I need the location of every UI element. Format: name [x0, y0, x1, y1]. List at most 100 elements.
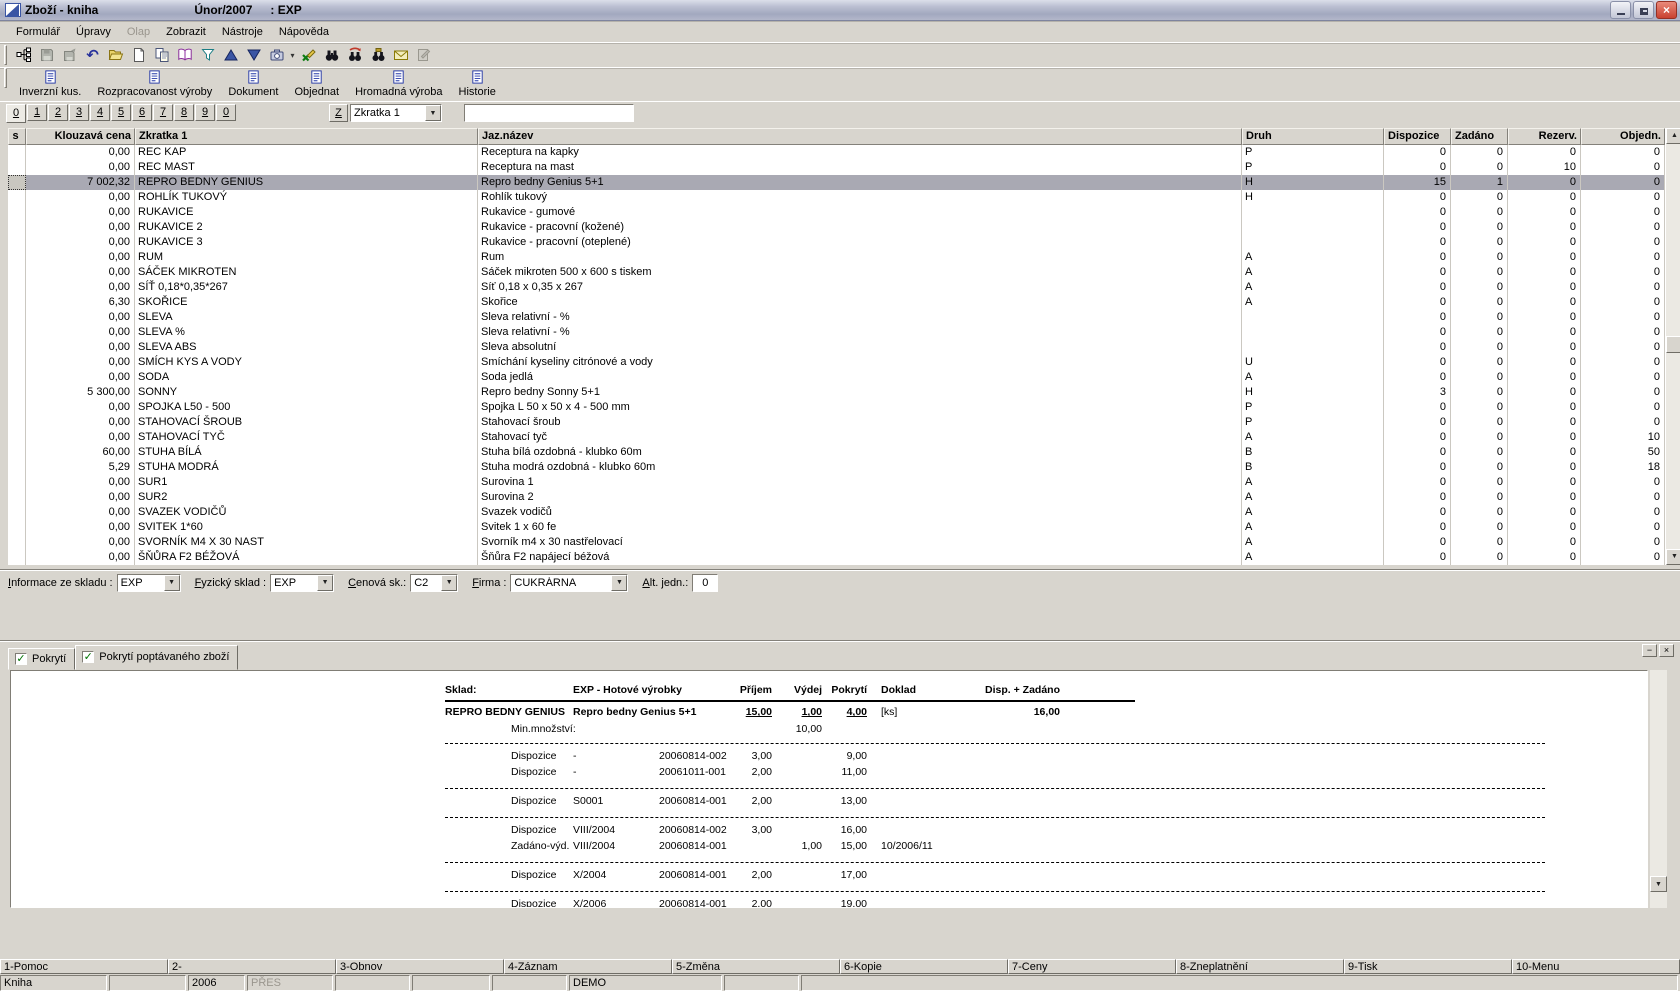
scrollbar-thumb[interactable]	[1666, 336, 1680, 353]
column-header-druh[interactable]: Druh	[1242, 128, 1384, 145]
table-row[interactable]: 0,00 RUM Rum A 0 0 0 0	[8, 250, 1665, 265]
undo-icon[interactable]: ↶	[81, 44, 104, 66]
price-level-tab[interactable]: 0	[6, 104, 26, 123]
scroll-down-icon[interactable]: ▼	[1650, 876, 1667, 892]
table-row[interactable]: 0,00 SLEVA % Sleva relativní - % 0 0 0 0	[8, 325, 1665, 340]
action-button[interactable]: Rozpracovanost výroby	[90, 68, 219, 100]
camera-dropdown-icon[interactable]: ▾	[288, 51, 297, 60]
action-button[interactable]: Inverzní kus.	[12, 68, 88, 100]
panel-scrollbar[interactable]: ▼	[1650, 670, 1667, 908]
chevron-down-icon[interactable]: ▼	[611, 575, 627, 591]
table-row[interactable]: 0,00 SMÍCH KYS A VODY Smíchání kyseliny …	[8, 355, 1665, 370]
table-row[interactable]: 6,30 SKOŘICE Skořice A 0 0 0 0	[8, 295, 1665, 310]
scroll-down-icon[interactable]: ▼	[1666, 549, 1680, 565]
column-header-s[interactable]: s	[8, 128, 26, 145]
search-input[interactable]	[464, 104, 634, 122]
table-row[interactable]: 0,00 ŠŇŮRA F2 BÉŽOVÁ Šňůra F2 napájecí b…	[8, 550, 1665, 565]
footer-combo[interactable]: EXP ▼	[270, 574, 334, 592]
tab-pokryti[interactable]: ✓ Pokrytí	[8, 648, 75, 670]
chevron-down-icon[interactable]: ▼	[441, 575, 457, 591]
panel-close-icon[interactable]: ×	[1659, 644, 1674, 657]
checkbox-checked-icon[interactable]: ✓	[15, 653, 27, 665]
function-key[interactable]: 1-Pomoc	[0, 959, 168, 974]
table-row[interactable]: 7 002,32 REPRO BEDNY GENIUS Repro bedny …	[8, 175, 1665, 190]
function-key[interactable]: 8-Zneplatnění	[1176, 959, 1344, 974]
chevron-down-icon[interactable]: ▼	[164, 575, 180, 591]
table-row[interactable]: 0,00 SPOJKA L50 - 500 Spojka L 50 x 50 x…	[8, 400, 1665, 415]
function-key[interactable]: 3-Obnov	[336, 959, 504, 974]
sort-select[interactable]: Zkratka 1 ▼	[350, 104, 442, 122]
open-folder-icon[interactable]	[104, 44, 127, 66]
table-row[interactable]: 0,00 SÍŤ 0,18*0,35*267 Síť 0,18 x 0,35 x…	[8, 280, 1665, 295]
function-key[interactable]: 10-Menu	[1512, 959, 1680, 974]
column-header-rezerv[interactable]: Rezerv.	[1508, 128, 1581, 145]
mail-icon[interactable]	[389, 44, 412, 66]
hierarchy-icon[interactable]	[12, 44, 35, 66]
save-icon[interactable]	[35, 44, 58, 66]
edit-icon[interactable]	[412, 44, 435, 66]
table-row[interactable]: 0,00 SLEVA ABS Sleva absolutní 0 0 0 0	[8, 340, 1665, 355]
save-as-icon[interactable]	[58, 44, 81, 66]
minimize-button[interactable]	[1610, 1, 1631, 19]
new-document-icon[interactable]	[127, 44, 150, 66]
column-header-objedn[interactable]: Objedn.	[1581, 128, 1665, 145]
menu-item[interactable]: Olap	[119, 23, 158, 41]
chevron-down-icon[interactable]: ▼	[317, 575, 333, 591]
table-row[interactable]: 0,00 STAHOVACÍ TYČ Stahovací tyč A 0 0 0…	[8, 430, 1665, 445]
tab-pokryti-poptavaneho-zbozi[interactable]: ✓ Pokrytí poptávaného zboží	[75, 645, 238, 670]
table-row[interactable]: 0,00 REC KAP Receptura na kapky P 0 0 0 …	[8, 145, 1665, 160]
panel-minimize-icon[interactable]: −	[1642, 644, 1657, 657]
column-header-zadano[interactable]: Zadáno	[1451, 128, 1508, 145]
menu-item[interactable]: Zobrazit	[158, 23, 214, 41]
price-level-tab[interactable]: 1	[27, 104, 47, 121]
table-row[interactable]: 0,00 RUKAVICE Rukavice - gumové 0 0 0 0	[8, 205, 1665, 220]
price-level-tab[interactable]: 3	[69, 104, 89, 121]
column-header-cena[interactable]: Klouzavá cena	[26, 128, 135, 145]
table-row[interactable]: 5,29 STUHA MODRÁ Stuha modrá ozdobná - k…	[8, 460, 1665, 475]
price-level-tab[interactable]: 7	[153, 104, 173, 121]
function-key[interactable]: 7-Ceny	[1008, 959, 1176, 974]
move-down-icon[interactable]	[242, 44, 265, 66]
alt-unit-input[interactable]: 0	[692, 574, 718, 592]
scroll-up-icon[interactable]: ▲	[1666, 128, 1680, 144]
menu-item[interactable]: Úpravy	[68, 23, 119, 41]
column-header-dispozice[interactable]: Dispozice	[1384, 128, 1451, 145]
menu-item[interactable]: Formulář	[8, 23, 68, 41]
menu-item[interactable]: Nástroje	[214, 23, 271, 41]
close-button[interactable]: ×	[1656, 1, 1677, 19]
checkbox-checked-icon[interactable]: ✓	[82, 651, 94, 663]
copy-icon[interactable]	[150, 44, 173, 66]
table-row[interactable]: 0,00 SVORNÍK M4 X 30 NAST Svorník m4 x 3…	[8, 535, 1665, 550]
column-header-nazev[interactable]: Jaz.název	[478, 128, 1242, 145]
sort-key-button[interactable]: Z	[329, 104, 348, 122]
table-row[interactable]: 60,00 STUHA BÍLÁ Stuha bílá ozdobná - kl…	[8, 445, 1665, 460]
table-row[interactable]: 0,00 REC MAST Receptura na mast P 0 0 10…	[8, 160, 1665, 175]
price-level-tab[interactable]: 9	[195, 104, 215, 121]
action-button[interactable]: Dokument	[221, 68, 285, 100]
column-header-zkratka[interactable]: Zkratka 1	[135, 128, 478, 145]
toolbar-grip[interactable]	[4, 68, 7, 88]
table-row[interactable]: 0,00 SLEVA Sleva relativní - % 0 0 0 0	[8, 310, 1665, 325]
price-level-tab[interactable]: 4	[90, 104, 110, 121]
table-row[interactable]: 0,00 STAHOVACÍ ŠROUB Stahovací šroub P 0…	[8, 415, 1665, 430]
table-row[interactable]: 0,00 SVAZEK VODIČŮ Svazek vodičů A 0 0 0…	[8, 505, 1665, 520]
footer-combo[interactable]: EXP ▼	[117, 574, 181, 592]
action-button[interactable]: Historie	[452, 68, 503, 100]
function-key[interactable]: 6-Kopie	[840, 959, 1008, 974]
find-icon[interactable]	[320, 44, 343, 66]
price-level-tab[interactable]: 8	[174, 104, 194, 121]
price-level-tab[interactable]: 6	[132, 104, 152, 121]
footer-combo[interactable]: CUKRÁRNA ▼	[510, 574, 628, 592]
table-row[interactable]: 0,00 ROHLÍK TUKOVÝ Rohlík tukový H 0 0 0…	[8, 190, 1665, 205]
table-scrollbar[interactable]: ▲ ▼	[1665, 128, 1680, 565]
table-row[interactable]: 0,00 SODA Soda jedlá A 0 0 0 0	[8, 370, 1665, 385]
book-icon[interactable]	[173, 44, 196, 66]
export-icon[interactable]	[297, 44, 320, 66]
table-row[interactable]: 0,00 RUKAVICE 2 Rukavice - pracovní (kož…	[8, 220, 1665, 235]
find-next-icon[interactable]	[343, 44, 366, 66]
footer-combo[interactable]: C2 ▼	[410, 574, 458, 592]
menu-item[interactable]: Nápověda	[271, 23, 337, 41]
camera-icon[interactable]	[265, 44, 288, 66]
chevron-down-icon[interactable]: ▼	[425, 105, 441, 121]
action-button[interactable]: Hromadná výroba	[348, 68, 449, 100]
